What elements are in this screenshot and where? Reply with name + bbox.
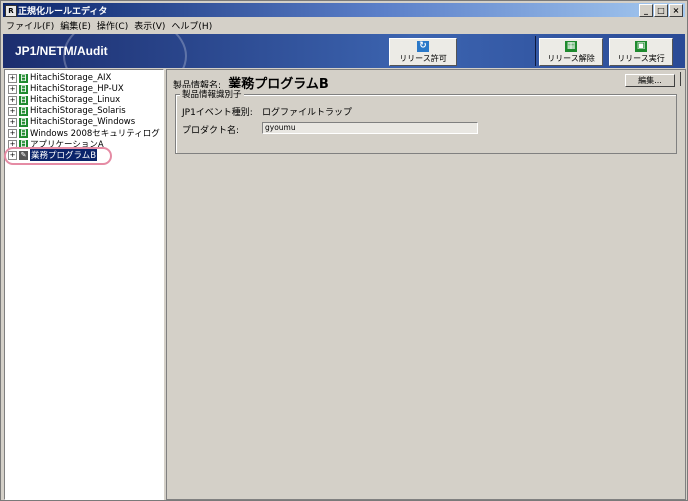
brand-logo: JP1/NETM/Audit	[15, 44, 108, 58]
menu-operation[interactable]: 操作(C)	[94, 18, 131, 33]
release-permit-button[interactable]: ↻ リリース許可	[389, 38, 457, 66]
product-name-row: プロダクト名: gyoumu	[182, 122, 478, 136]
rule-icon: 日	[19, 117, 28, 127]
expand-icon[interactable]: +	[8, 95, 17, 105]
panel-divider	[680, 72, 681, 86]
event-type-label: JP1イベント種別:	[182, 108, 253, 118]
rule-tree[interactable]: + 日 HitachiStorage_AIX + 日 HitachiStorag…	[4, 69, 164, 500]
release-cancel-button[interactable]: ▦ リリース解除	[539, 38, 603, 66]
release-cancel-label: リリース解除	[547, 54, 595, 63]
group-title: 製品情報識別子	[180, 88, 244, 100]
selection-highlight	[4, 147, 112, 165]
menu-edit[interactable]: 編集(E)	[57, 18, 94, 33]
tree-item[interactable]: + 日 HitachiStorage_AIX	[8, 73, 111, 83]
expand-icon[interactable]: +	[8, 117, 17, 127]
release-run-icon: ▣	[635, 41, 647, 52]
menu-view[interactable]: 表示(V)	[131, 18, 168, 33]
window-title: 正規化ルールエディタ	[18, 7, 108, 17]
expand-icon[interactable]: +	[8, 128, 17, 138]
expand-icon[interactable]: +	[8, 73, 17, 83]
tree-item-label: HitachiStorage_AIX	[30, 73, 112, 83]
menu-file[interactable]: ファイル(F)	[3, 18, 57, 33]
app-window: R 正規化ルールエディタ _ □ × ファイル(F) 編集(E) 操作(C) 表…	[0, 0, 688, 501]
product-name-field: gyoumu	[262, 122, 478, 134]
tree-item[interactable]: + 日 HitachiStorage_Linux	[8, 95, 120, 105]
tree-item[interactable]: + 日 HitachiStorage_Windows	[8, 117, 135, 127]
release-permit-label: リリース許可	[399, 54, 447, 63]
maximize-button[interactable]: □	[654, 4, 668, 17]
window-controls: _ □ ×	[639, 4, 683, 17]
expand-icon[interactable]: +	[8, 106, 17, 116]
rule-icon: 日	[19, 84, 28, 94]
release-run-button[interactable]: ▣ リリース実行	[609, 38, 673, 66]
app-icon: R	[5, 5, 17, 17]
tree-item-label: HitachiStorage_Windows	[30, 117, 136, 127]
minimize-button[interactable]: _	[639, 4, 653, 17]
event-type-value: ログファイルトラップ	[262, 108, 353, 118]
event-type-row: JP1イベント種別: ログファイルトラップ	[182, 105, 352, 118]
tree-item[interactable]: + 日 Windows 2008セキュリティログ	[8, 128, 160, 139]
edit-button[interactable]: 編集...	[625, 74, 675, 87]
banner-separator	[535, 36, 536, 66]
tree-item-label: HitachiStorage_HP-UX	[30, 84, 124, 94]
menu-bar: ファイル(F) 編集(E) 操作(C) 表示(V) ヘルプ(H)	[3, 18, 685, 33]
detail-panel: 製品情報名: 業務プログラムB 編集... 製品情報識別子 JP1イベント種別:…	[166, 69, 686, 500]
product-banner: JP1/NETM/Audit ↻ リリース許可 ▦ リリース解除 ▣ リリース実…	[3, 34, 685, 68]
tree-item-label: HitachiStorage_Solaris	[30, 106, 126, 116]
close-button[interactable]: ×	[669, 4, 683, 17]
rule-icon: 日	[19, 95, 28, 105]
release-cancel-icon: ▦	[565, 41, 577, 52]
tree-item-label: HitachiStorage_Linux	[30, 95, 121, 105]
tree-item[interactable]: + 日 HitachiStorage_Solaris	[8, 106, 126, 116]
tree-item[interactable]: + 日 HitachiStorage_HP-UX	[8, 84, 124, 94]
rule-icon: 日	[19, 73, 28, 83]
rule-icon: 日	[19, 106, 28, 116]
release-permit-icon: ↻	[417, 41, 429, 52]
release-run-label: リリース実行	[617, 54, 665, 63]
title-bar: R 正規化ルールエディタ _ □ ×	[3, 3, 685, 17]
rule-icon: 日	[19, 128, 28, 138]
menu-help[interactable]: ヘルプ(H)	[168, 18, 215, 33]
tree-item-selected[interactable]: + ✎ 業務プログラムB	[4, 147, 112, 165]
expand-icon[interactable]: +	[8, 84, 17, 94]
product-identifier-group: 製品情報識別子 JP1イベント種別: ログファイルトラップ プロダクト名: gy…	[175, 88, 677, 154]
product-name-label: プロダクト名:	[182, 126, 240, 136]
